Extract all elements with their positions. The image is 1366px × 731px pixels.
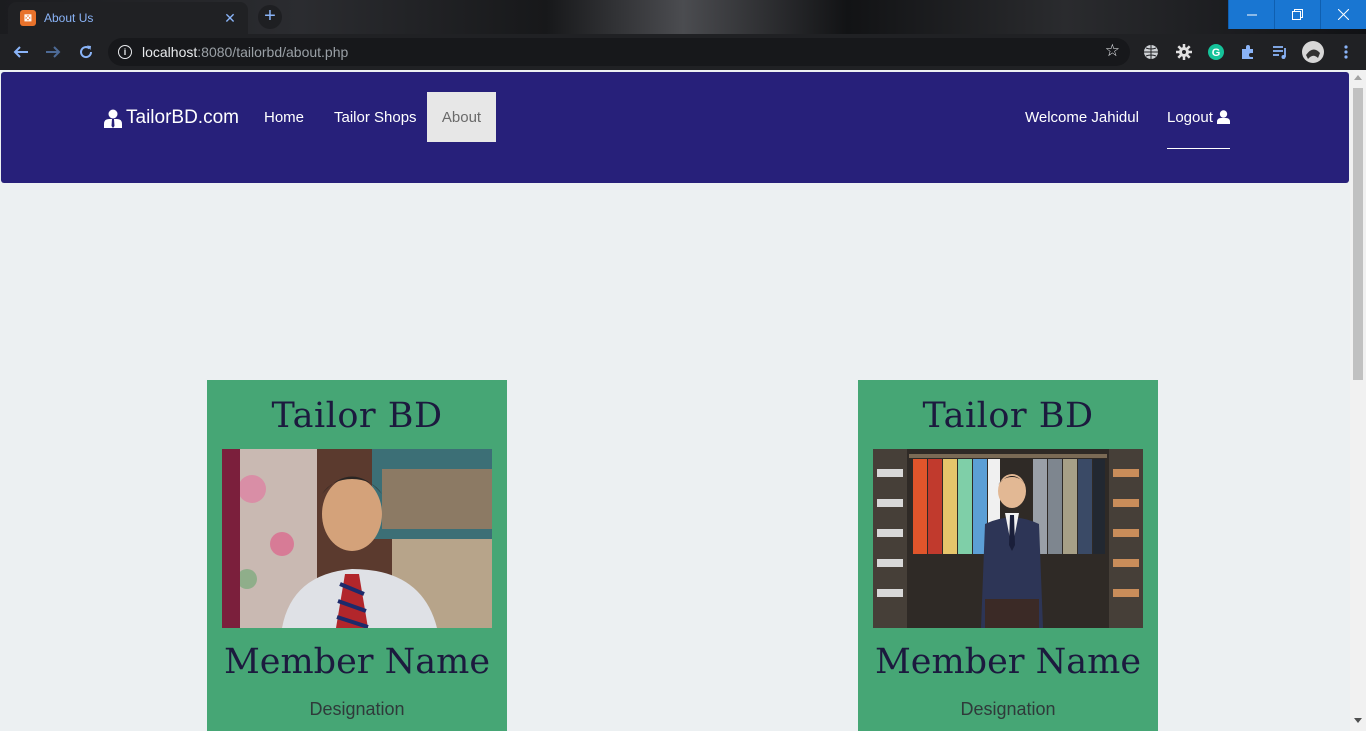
member-card: Tailor BD Member Name Designation — [858, 380, 1158, 731]
url-host: localhost — [142, 44, 198, 60]
user-icon — [1216, 110, 1230, 124]
user-tie-icon — [104, 109, 122, 128]
restore-button[interactable] — [1274, 0, 1320, 29]
member-designation: Designation — [309, 699, 405, 719]
logout-underline — [1167, 148, 1230, 149]
scrollbar-thumb[interactable] — [1353, 88, 1363, 380]
scroll-up-arrow-icon[interactable] — [1354, 75, 1362, 80]
browser-tab[interactable]: ⊠ About Us ✕ — [8, 2, 248, 34]
member-name: Member Name — [223, 642, 491, 682]
extensions-puzzle-icon[interactable] — [1238, 42, 1258, 62]
scroll-down-arrow-icon[interactable] — [1354, 718, 1362, 723]
welcome-text: Welcome Jahidul — [1025, 108, 1139, 126]
back-arrow-icon[interactable] — [10, 41, 32, 63]
new-tab-button[interactable]: + — [258, 5, 282, 29]
member-designation: Designation — [960, 699, 1056, 719]
suit-wardrobe-photo — [873, 449, 1143, 628]
nav-link-about[interactable]: About — [427, 92, 496, 142]
close-window-button[interactable] — [1320, 0, 1366, 29]
member-name: Member Name — [874, 642, 1142, 682]
card-title: Tailor BD — [922, 396, 1094, 436]
browser-toolbar: i localhost:8080/tailorbd/about.php ☆ G — [0, 34, 1366, 70]
svg-text:G: G — [1212, 47, 1221, 59]
grammarly-icon[interactable]: G — [1206, 42, 1226, 62]
address-bar[interactable]: i localhost:8080/tailorbd/about.php ☆ — [108, 38, 1130, 66]
url-path: :8080/tailorbd/about.php — [197, 44, 349, 60]
page-scrollbar[interactable] — [1350, 70, 1366, 731]
site-navbar: TailorBD.com Home Tailor Shops About Wel… — [1, 72, 1349, 183]
tab-title: About Us — [44, 11, 94, 25]
profile-avatar[interactable] — [1302, 41, 1324, 63]
xampp-icon: ⊠ — [20, 10, 36, 26]
nav-link-tailor-shops[interactable]: Tailor Shops — [319, 92, 432, 142]
forward-arrow-icon[interactable] — [42, 41, 64, 63]
reload-icon[interactable] — [75, 41, 97, 63]
browser-titlebar: ⊠ About Us ✕ + — [0, 0, 1366, 34]
nav-link-home[interactable]: Home — [249, 92, 319, 142]
page-viewport: TailorBD.com Home Tailor Shops About Wel… — [0, 70, 1350, 731]
tailor-portrait-photo — [222, 449, 492, 628]
menu-dots-icon[interactable] — [1336, 42, 1356, 62]
window-controls — [1228, 0, 1366, 30]
brand-name: TailorBD.com — [126, 107, 239, 128]
logout-label: Logout — [1167, 108, 1213, 126]
member-card: Tailor BD Member Name Designation — [207, 380, 507, 731]
globe-icon[interactable] — [1141, 42, 1161, 62]
gear-extension-icon[interactable] — [1174, 42, 1194, 62]
minimize-button[interactable] — [1228, 0, 1274, 29]
card-title: Tailor BD — [271, 396, 443, 436]
brand-link[interactable]: TailorBD.com — [104, 107, 239, 129]
close-tab-icon[interactable]: ✕ — [222, 10, 238, 27]
bookmark-star-icon[interactable]: ☆ — [1105, 41, 1120, 61]
site-info-icon[interactable]: i — [118, 45, 132, 59]
logout-link[interactable]: Logout — [1167, 92, 1230, 142]
media-queue-icon[interactable] — [1270, 42, 1290, 62]
